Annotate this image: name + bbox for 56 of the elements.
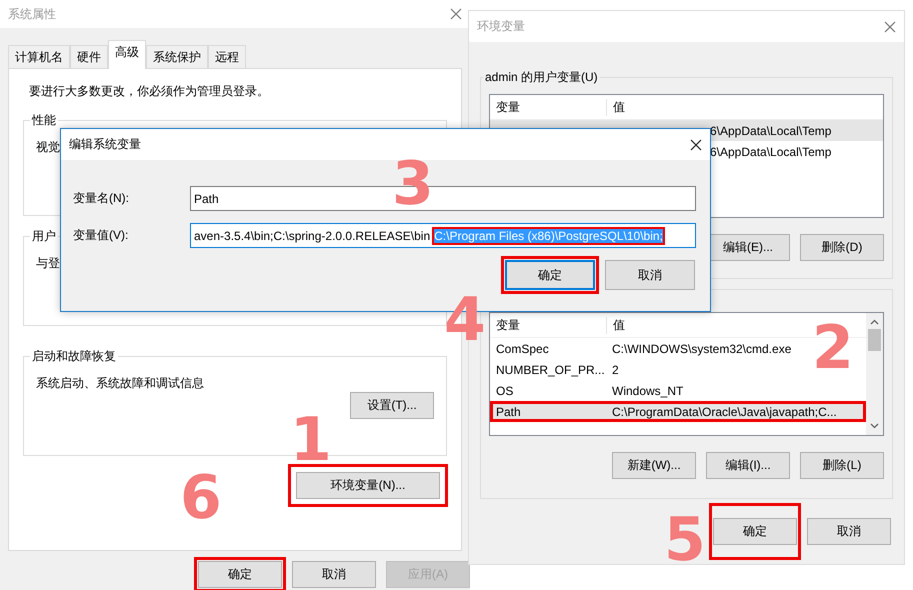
- field-label: 变量名(N):: [73, 190, 130, 207]
- dialog-button[interactable]: 确定: [505, 260, 595, 290]
- step-number: 2: [812, 318, 854, 378]
- column-header[interactable]: 变量: [490, 98, 607, 116]
- group-title: 启动和故障恢复: [31, 348, 117, 365]
- dialog-button[interactable]: 取消: [605, 260, 695, 290]
- window-title: 编辑系统变量: [69, 136, 141, 153]
- step-number: 6: [180, 468, 222, 528]
- tab[interactable]: 远程: [208, 45, 246, 68]
- table-cell-text: Path: [495, 404, 522, 418]
- dialog-button[interactable]: 确定: [198, 561, 282, 588]
- tab[interactable]: 高级: [108, 40, 146, 69]
- variable-value-field[interactable]: aven-3.5.4\bin;C:\spring-2.0.0.RELEASE\bin C:\Program Files (x86)\PostgreSQL\10\bin;: [190, 223, 696, 248]
- admin-note: 要进行大多数更改，你必须作为管理员登录。: [29, 83, 270, 100]
- column-header[interactable]: 值: [607, 98, 625, 116]
- table-cell-text: 2: [611, 362, 619, 376]
- table-cell-text: OS: [495, 384, 514, 398]
- group-title: 用户: [31, 228, 57, 245]
- dialog-button[interactable]: 确定: [713, 518, 797, 545]
- tab[interactable]: 硬件: [70, 45, 108, 68]
- list-button[interactable]: 删除(D): [800, 234, 884, 261]
- table-cell: 6\AppData\Local\Temp: [710, 144, 832, 158]
- scroll-down-icon[interactable]: [870, 423, 879, 429]
- column-header[interactable]: 值: [607, 316, 625, 334]
- scroll-up-icon[interactable]: [870, 319, 879, 325]
- list-button[interactable]: 编辑(I)...: [706, 452, 790, 479]
- scroll-thumb[interactable]: [868, 329, 881, 351]
- step-number: 5: [664, 510, 706, 570]
- group-title: 性能: [30, 112, 57, 129]
- list-button[interactable]: 新建(W)...: [612, 452, 696, 479]
- window-title: 环境变量: [477, 18, 525, 35]
- dialog-button[interactable]: 取消: [807, 518, 891, 545]
- tab[interactable]: 系统保护: [146, 45, 208, 68]
- table-cell: 6\AppData\Local\Temp: [710, 124, 832, 138]
- close-icon[interactable]: [690, 138, 702, 150]
- table-cell-text: ComSpec: [495, 342, 550, 356]
- environment-variables-button[interactable]: 环境变量(N)...: [296, 472, 440, 499]
- group-text: 与登: [36, 255, 60, 272]
- dialog-button[interactable]: 取消: [292, 561, 376, 588]
- step-number: 1: [290, 410, 332, 470]
- table-cell-text: NUMBER_OF_PR...: [495, 362, 606, 376]
- table-cell-text: C:\ProgramData\Oracle\Java\javapath;C...: [611, 404, 837, 418]
- table-cell-text: Windows_NT: [611, 384, 684, 398]
- group-title: admin 的用户变量(U): [484, 69, 599, 86]
- column-header[interactable]: 变量: [490, 316, 607, 334]
- list-button[interactable]: 删除(L): [800, 452, 884, 479]
- settings-button[interactable]: 设置(T)...: [350, 392, 434, 419]
- scrollbar[interactable]: [866, 313, 883, 435]
- table-cell-text: C:\WINDOWS\system32\cmd.exe: [611, 342, 792, 356]
- list-row[interactable]: OS Windows_NT: [490, 380, 866, 401]
- tab[interactable]: 计算机名: [8, 45, 70, 68]
- window-title: 系统属性: [8, 6, 56, 22]
- group-text: 视觉: [36, 139, 60, 156]
- list-row[interactable]: Path C:\ProgramData\Oracle\Java\javapath;C...: [490, 401, 866, 422]
- group-text: 系统启动、系统故障和调试信息: [36, 375, 204, 392]
- field-label: 变量值(V):: [73, 227, 130, 244]
